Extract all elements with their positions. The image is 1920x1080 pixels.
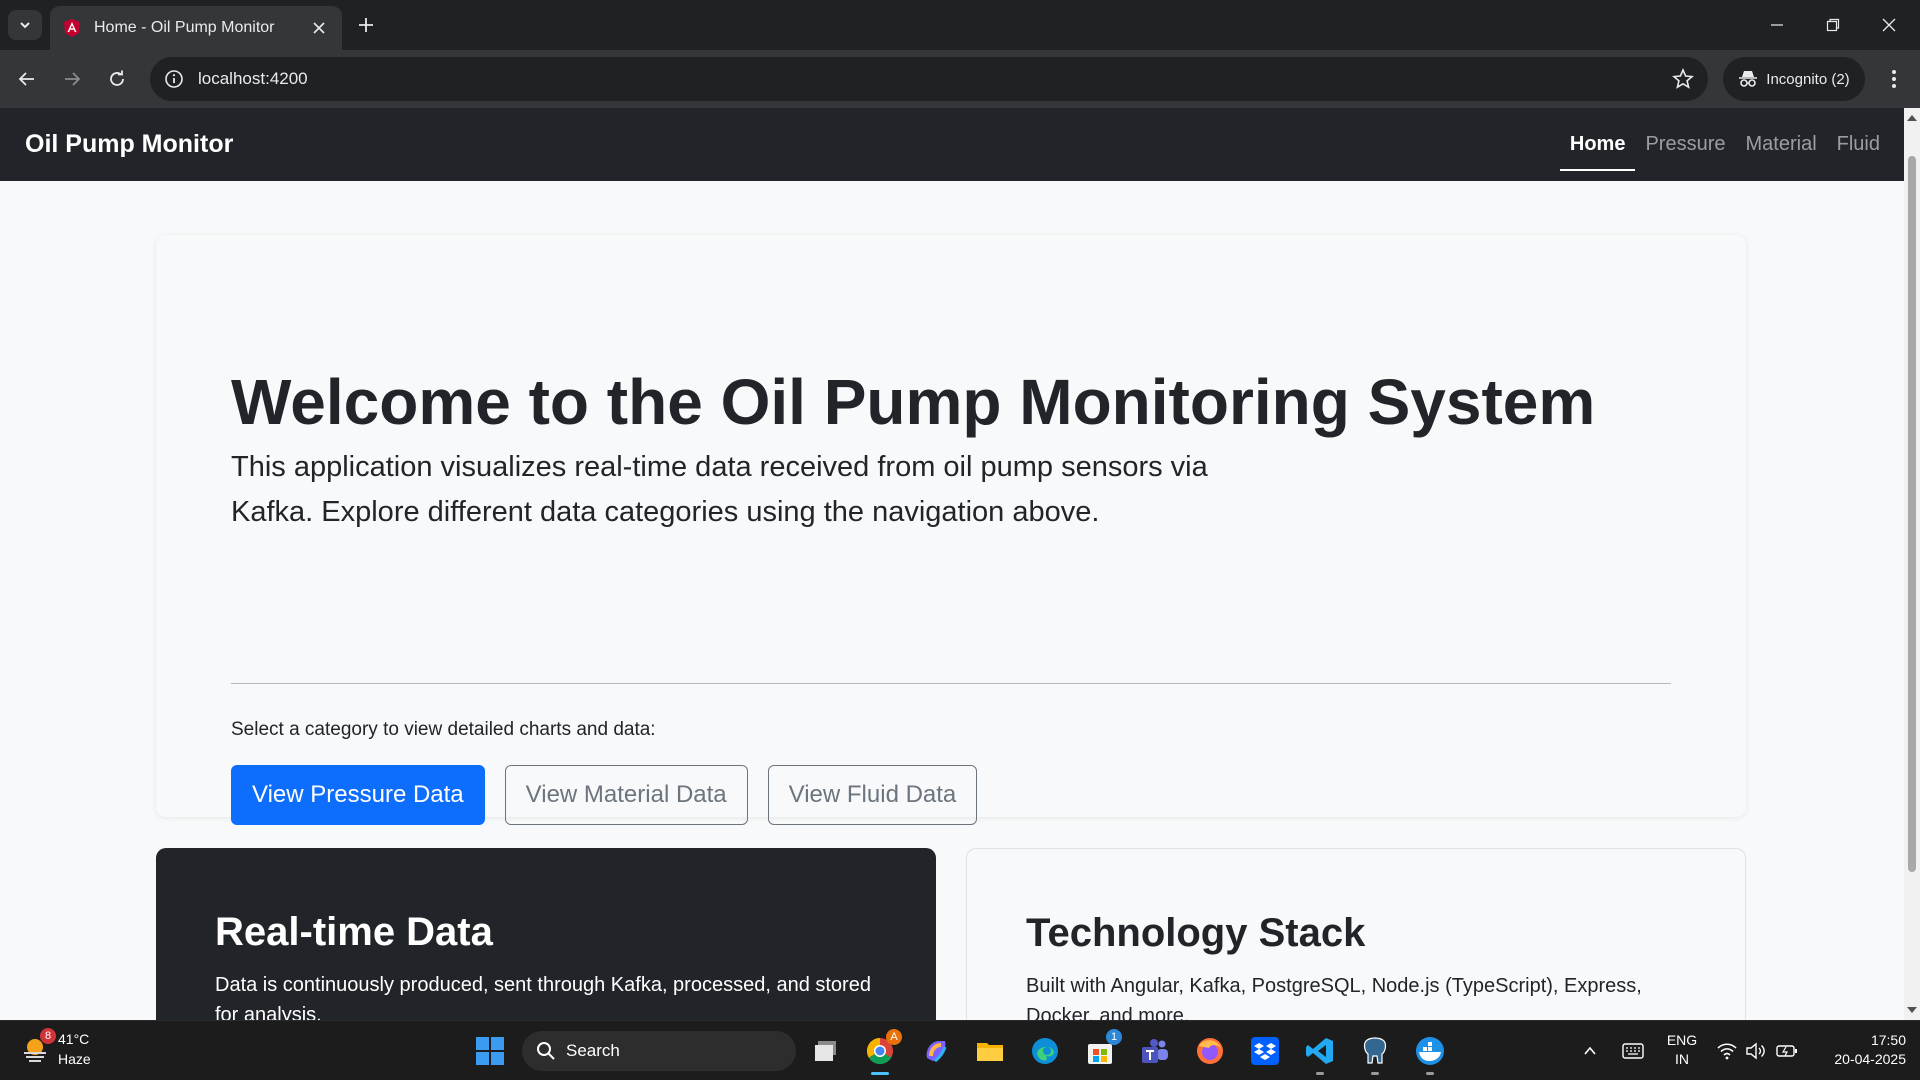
language-line1: ENG bbox=[1666, 1032, 1698, 1048]
page-scrollbar[interactable] bbox=[1904, 108, 1920, 1020]
view-fluid-button[interactable]: View Fluid Data bbox=[767, 765, 978, 825]
clock-time: 17:50 bbox=[1870, 1032, 1906, 1048]
running-indicator bbox=[1371, 1072, 1379, 1075]
wifi-icon[interactable] bbox=[1712, 1033, 1742, 1069]
hero-lead: This application visualizes real-time da… bbox=[231, 451, 1208, 528]
pgadmin-elephant-icon[interactable] bbox=[1357, 1033, 1393, 1075]
edge-icon[interactable] bbox=[1027, 1033, 1063, 1069]
incognito-icon bbox=[1739, 71, 1758, 87]
weather-haze-icon: 8 bbox=[20, 1028, 56, 1064]
close-window-icon[interactable] bbox=[1872, 10, 1906, 40]
forward-arrow-icon[interactable] bbox=[54, 61, 90, 97]
chrome-badge: A bbox=[886, 1029, 902, 1045]
nav-link-home[interactable]: Home bbox=[1559, 108, 1636, 181]
tab-title: Home - Oil Pump Monitor bbox=[94, 19, 275, 36]
browser-tabstrip: Home - Oil Pump Monitor bbox=[0, 0, 1920, 50]
nav-link-fluid[interactable]: Fluid bbox=[1827, 108, 1890, 181]
nav-links: Home Pressure Material Fluid bbox=[1559, 108, 1890, 181]
back-arrow-icon[interactable] bbox=[9, 61, 45, 97]
url-text: localhost:4200 bbox=[198, 69, 308, 88]
hero-jumbotron: Welcome to the Oil Pump Monitoring Syste… bbox=[156, 235, 1746, 825]
hero-prompt: Select a category to view detailed chart… bbox=[231, 719, 656, 740]
browser-toolbar: localhost:4200 Incognito (2) bbox=[0, 50, 1920, 108]
clock-date: 20-04-2025 bbox=[1834, 1051, 1906, 1067]
incognito-label: Incognito (2) bbox=[1766, 70, 1850, 88]
hero-divider bbox=[231, 683, 1671, 684]
reload-icon[interactable] bbox=[99, 61, 135, 97]
tab-close-icon[interactable] bbox=[308, 17, 330, 39]
realtime-data-card: Real-time Data Data is continuously prod… bbox=[156, 848, 936, 1020]
card-title: Real-time Data bbox=[215, 910, 493, 954]
hero-button-group: View Pressure Data View Material Data Vi… bbox=[231, 765, 978, 825]
volume-icon[interactable] bbox=[1740, 1033, 1770, 1069]
file-explorer-icon[interactable] bbox=[972, 1033, 1008, 1069]
dropbox-icon[interactable] bbox=[1247, 1033, 1283, 1069]
app-navbar: Oil Pump Monitor Home Pressure Material … bbox=[0, 108, 1904, 181]
card-text: Built with Angular, Kafka, PostgreSQL, N… bbox=[1026, 975, 1642, 1020]
running-indicator bbox=[1316, 1072, 1324, 1075]
language-line2: IN bbox=[1675, 1051, 1689, 1067]
running-indicator bbox=[871, 1072, 889, 1075]
language-indicator[interactable]: ENG IN bbox=[1664, 1031, 1700, 1069]
view-material-button[interactable]: View Material Data bbox=[504, 765, 748, 825]
docker-icon[interactable] bbox=[1412, 1033, 1448, 1075]
site-info-icon[interactable] bbox=[164, 69, 184, 89]
weather-desc: Haze bbox=[58, 1051, 91, 1067]
weather-temp: 41°C bbox=[58, 1031, 90, 1047]
minimize-icon[interactable] bbox=[1760, 10, 1794, 40]
vscode-icon[interactable] bbox=[1302, 1033, 1338, 1075]
card-text: Data is continuously produced, sent thro… bbox=[215, 974, 871, 1020]
chevron-down-icon bbox=[20, 22, 30, 29]
scroll-up-arrow-icon[interactable] bbox=[1907, 113, 1917, 123]
brand-title[interactable]: Oil Pump Monitor bbox=[25, 130, 233, 159]
microsoft-store-icon[interactable]: 1 bbox=[1082, 1029, 1122, 1069]
nav-link-pressure[interactable]: Pressure bbox=[1635, 108, 1735, 181]
chrome-taskbar-icon[interactable]: A bbox=[862, 1029, 902, 1075]
copilot-icon[interactable] bbox=[918, 1033, 954, 1069]
windows-start-icon[interactable] bbox=[472, 1033, 508, 1069]
search-icon bbox=[537, 1042, 555, 1060]
task-view-icon[interactable] bbox=[808, 1033, 844, 1069]
battery-icon[interactable] bbox=[1772, 1033, 1802, 1069]
nav-link-material[interactable]: Material bbox=[1736, 108, 1827, 181]
chevron-up-tray-icon[interactable] bbox=[1575, 1033, 1605, 1069]
tab-search-button[interactable] bbox=[8, 10, 42, 40]
angular-favicon-icon bbox=[64, 19, 80, 37]
page-viewport: Oil Pump Monitor Home Pressure Material … bbox=[0, 108, 1920, 1020]
browser-tab-active[interactable]: Home - Oil Pump Monitor bbox=[50, 6, 342, 50]
weather-badge: 8 bbox=[40, 1028, 56, 1044]
scroll-down-arrow-icon[interactable] bbox=[1907, 1005, 1917, 1015]
scroll-thumb[interactable] bbox=[1908, 156, 1916, 872]
address-bar[interactable]: localhost:4200 bbox=[150, 57, 1708, 101]
firefox-icon[interactable] bbox=[1192, 1033, 1228, 1069]
card-title: Technology Stack bbox=[1026, 911, 1366, 955]
store-badge: 1 bbox=[1106, 1029, 1122, 1045]
browser-menu-kebab-icon[interactable] bbox=[1876, 61, 1912, 97]
windows-taskbar: 8 41°C Haze Search A 1 ENG IN 17:50 20-0… bbox=[0, 1020, 1920, 1080]
running-indicator bbox=[1426, 1072, 1434, 1075]
incognito-chip[interactable]: Incognito (2) bbox=[1723, 57, 1865, 101]
teams-icon[interactable] bbox=[1137, 1033, 1173, 1069]
hero-title: Welcome to the Oil Pump Monitoring Syste… bbox=[231, 366, 1596, 438]
clock[interactable]: 17:50 20-04-2025 bbox=[1810, 1031, 1906, 1069]
new-tab-plus-icon[interactable] bbox=[352, 11, 380, 39]
technology-stack-card: Technology Stack Built with Angular, Kaf… bbox=[966, 848, 1746, 1020]
weather-widget[interactable]: 8 41°C Haze bbox=[20, 1028, 91, 1069]
keyboard-icon[interactable] bbox=[1616, 1033, 1650, 1069]
taskbar-search[interactable]: Search bbox=[522, 1031, 796, 1071]
restore-icon[interactable] bbox=[1816, 10, 1850, 40]
view-pressure-button[interactable]: View Pressure Data bbox=[231, 765, 485, 825]
bookmark-star-icon[interactable] bbox=[1672, 68, 1694, 90]
search-label: Search bbox=[566, 1041, 620, 1060]
